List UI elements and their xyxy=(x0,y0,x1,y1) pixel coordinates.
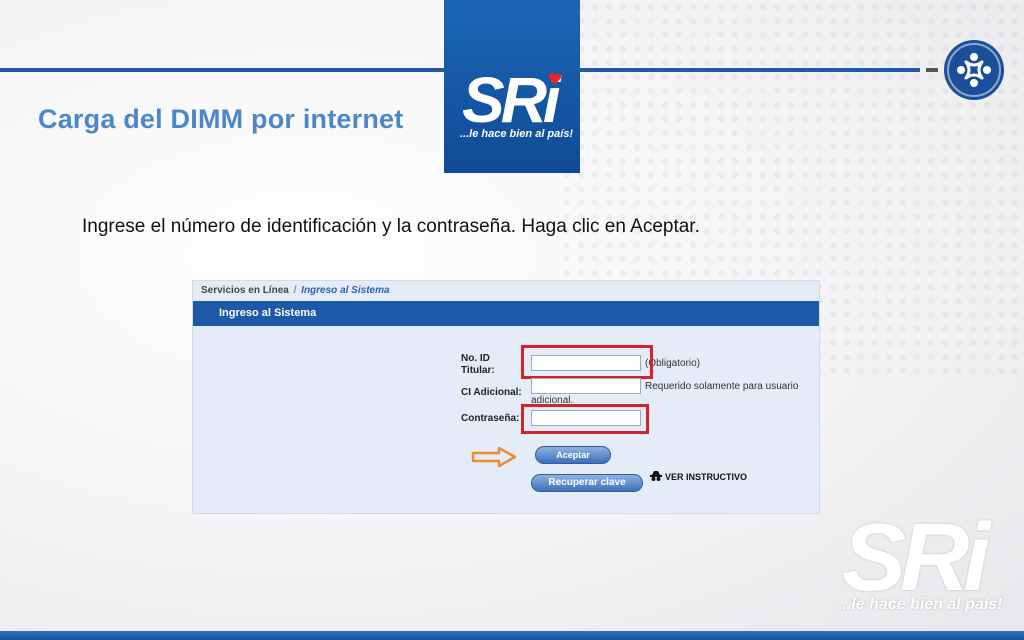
spy-icon xyxy=(650,471,662,481)
header-rule-left xyxy=(0,68,444,72)
login-screenshot: Servicios en Línea / Ingreso al Sistema … xyxy=(192,280,820,514)
sri-logo: SRi ...le hace bien al país! xyxy=(444,0,580,173)
sri-logo-text: SRi xyxy=(462,64,561,136)
breadcrumb-current[interactable]: Ingreso al Sistema xyxy=(301,285,389,296)
breadcrumb: Servicios en Línea / Ingreso al Sistema xyxy=(201,285,390,296)
section-header-title: Ingreso al Sistema xyxy=(219,307,317,319)
id-highlight xyxy=(521,345,653,379)
right-arrow-icon xyxy=(471,447,517,467)
instruction-text: Ingrese el número de identificación y la… xyxy=(82,216,700,237)
heart-icon xyxy=(548,73,562,85)
recover-password-button[interactable]: Recuperar clave xyxy=(531,474,643,492)
header-rule-right xyxy=(580,68,920,72)
instructivo-link[interactable]: VER INSTRUCTIVO xyxy=(665,472,747,482)
section-header: Ingreso al Sistema xyxy=(193,301,819,326)
ci-input[interactable] xyxy=(531,378,641,394)
breadcrumb-separator: / xyxy=(293,285,297,296)
ci-hint-line1: Requerido solamente para usuario xyxy=(645,381,799,392)
id-label: No. ID Titular: xyxy=(461,353,495,377)
ci-label: CI Adicional: xyxy=(461,387,522,398)
password-highlight xyxy=(521,404,649,434)
id-label-line2: Titular: xyxy=(461,365,495,376)
header-rule-dash xyxy=(926,68,938,72)
community-circle-icon xyxy=(944,40,1004,100)
footer-rule xyxy=(0,631,1024,640)
accept-button[interactable]: Aceptar xyxy=(535,446,611,464)
slide-title: Carga del DIMM por internet xyxy=(38,104,404,134)
sri-tagline: ...le hace bien al país! xyxy=(460,128,574,140)
password-label: Contraseña: xyxy=(461,413,520,424)
id-hint: (Obligatorio) xyxy=(645,358,701,369)
id-label-line1: No. ID xyxy=(461,353,490,364)
watermark-tagline: ...le hace bien al país! xyxy=(838,596,1003,613)
watermark-logo: SRi xyxy=(842,504,990,611)
breadcrumb-root[interactable]: Servicios en Línea xyxy=(201,285,289,296)
